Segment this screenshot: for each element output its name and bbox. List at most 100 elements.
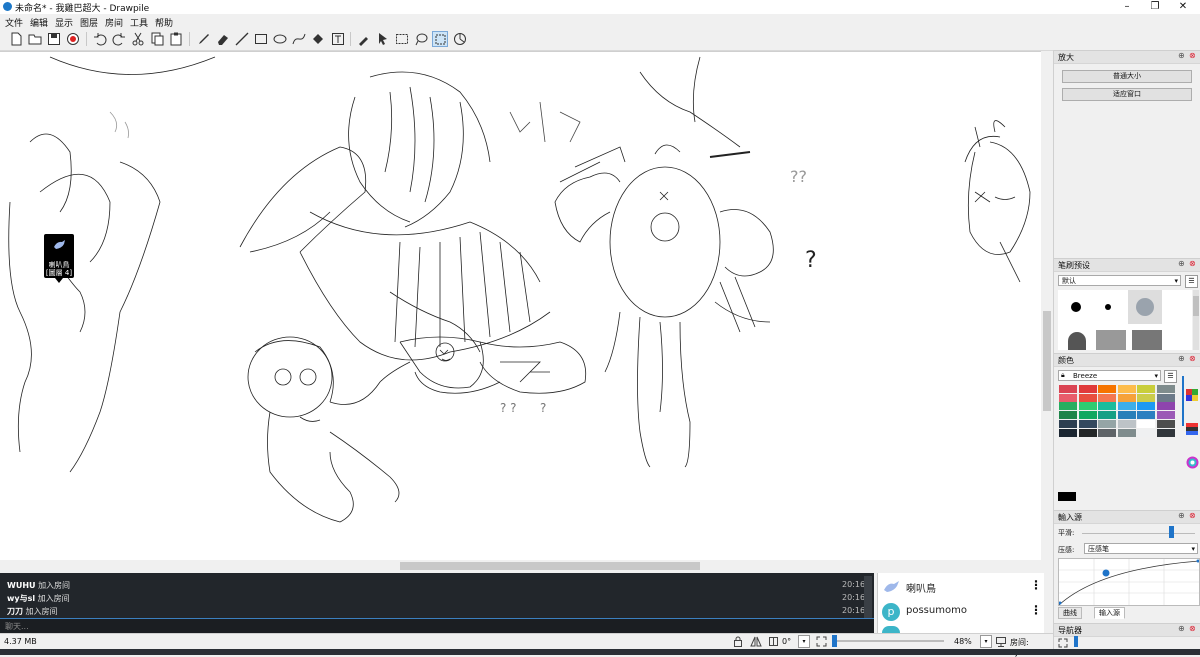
- color-swatch[interactable]: [1078, 419, 1097, 428]
- palette-menu-button[interactable]: ☰: [1164, 370, 1177, 383]
- color-swatch[interactable]: [1078, 385, 1097, 393]
- color-swatch[interactable]: [1137, 385, 1155, 393]
- navigator-panel-title[interactable]: 导航器 ⊕ ⊗: [1054, 623, 1200, 637]
- float-icon[interactable]: ⊕: [1178, 624, 1185, 633]
- canvas-horizontal-scrollbar[interactable]: [0, 560, 1041, 572]
- brush-panel-title[interactable]: 笔刷预设 ⊕ ⊗: [1054, 258, 1200, 272]
- fit-icon[interactable]: [1058, 638, 1068, 651]
- brush-preset[interactable]: [1132, 330, 1162, 350]
- chat-input[interactable]: 聊天...: [0, 618, 874, 634]
- pressure-select[interactable]: 压感笔 ▾: [1084, 543, 1198, 554]
- chat-scrollbar[interactable]: [864, 576, 872, 618]
- close-icon[interactable]: ⊗: [1189, 511, 1196, 520]
- brush-preset[interactable]: [1068, 332, 1086, 350]
- user-menu-button[interactable]: ⋮: [1030, 578, 1042, 592]
- normal-size-button[interactable]: 普通大小: [1062, 70, 1192, 83]
- color-swatch[interactable]: [1098, 411, 1116, 420]
- color-wheel-icon[interactable]: [1186, 456, 1199, 472]
- drawing-canvas[interactable]: ? ?? ? ? ?: [0, 51, 1041, 561]
- brush-scrollbar[interactable]: [1193, 290, 1199, 350]
- color-sliders-icon[interactable]: [1186, 423, 1198, 438]
- input-panel-title[interactable]: 輸入源 ⊕ ⊗: [1054, 510, 1200, 524]
- color-swatch[interactable]: [1078, 411, 1097, 420]
- cut-icon[interactable]: [130, 31, 146, 47]
- color-swatch[interactable]: [1137, 393, 1155, 402]
- minimize-button[interactable]: –: [1114, 0, 1140, 14]
- new-icon[interactable]: [8, 31, 24, 47]
- color-swatch[interactable]: [1156, 411, 1175, 420]
- rotation-value[interactable]: 0°: [782, 637, 791, 646]
- zoom-panel-title[interactable]: 放大 ⊕ ⊗: [1054, 50, 1200, 64]
- color-swatch[interactable]: [1098, 419, 1116, 428]
- color-swatch[interactable]: [1156, 428, 1175, 437]
- zoom-icon[interactable]: [452, 31, 468, 47]
- color-swatch[interactable]: [1078, 393, 1097, 402]
- color-swatch[interactable]: [1137, 402, 1155, 411]
- float-icon[interactable]: ⊕: [1178, 51, 1185, 60]
- pen-icon[interactable]: [196, 31, 212, 47]
- user-item[interactable]: p possumomo ⋮: [878, 600, 1044, 624]
- brush-preset[interactable]: [1096, 330, 1126, 350]
- color-swatch[interactable]: [1117, 419, 1136, 428]
- current-color-swatch[interactable]: [1058, 492, 1076, 501]
- fill-icon[interactable]: [310, 31, 326, 47]
- record-icon[interactable]: [65, 31, 81, 47]
- lock-icon[interactable]: [733, 636, 743, 650]
- smoothing-slider-handle[interactable]: [1169, 526, 1174, 538]
- undo-icon[interactable]: [92, 31, 108, 47]
- color-swatch[interactable]: [1137, 419, 1155, 428]
- color-swatch[interactable]: [1098, 385, 1116, 393]
- float-icon[interactable]: ⊕: [1178, 259, 1185, 268]
- color-swatch[interactable]: [1098, 428, 1116, 437]
- open-icon[interactable]: [27, 31, 43, 47]
- close-icon[interactable]: ⊗: [1189, 354, 1196, 363]
- zoom-value[interactable]: 48%: [954, 637, 972, 646]
- picker-icon[interactable]: [356, 31, 372, 47]
- close-icon[interactable]: ⊗: [1189, 259, 1196, 268]
- bezier-icon[interactable]: [291, 31, 307, 47]
- swatches-icon[interactable]: [1186, 389, 1198, 404]
- rectangle-icon[interactable]: [253, 31, 269, 47]
- flip-icon[interactable]: [750, 636, 762, 650]
- lasso-icon[interactable]: [413, 31, 429, 47]
- color-panel-title[interactable]: 颜色 ⊕ ⊗: [1054, 353, 1200, 367]
- laser-icon[interactable]: [432, 31, 448, 47]
- float-icon[interactable]: ⊕: [1178, 511, 1185, 520]
- select-rect-icon[interactable]: [394, 31, 410, 47]
- color-swatch[interactable]: [1059, 428, 1077, 437]
- color-swatch[interactable]: [1059, 402, 1077, 411]
- ellipse-icon[interactable]: [272, 31, 288, 47]
- pressure-curve[interactable]: [1058, 558, 1200, 606]
- brush-menu-button[interactable]: ☰: [1185, 275, 1198, 288]
- fit-icon[interactable]: [816, 636, 827, 650]
- save-icon[interactable]: [46, 31, 62, 47]
- paste-icon[interactable]: [168, 31, 184, 47]
- color-swatch[interactable]: [1117, 402, 1136, 411]
- color-swatch[interactable]: [1117, 411, 1136, 420]
- redo-icon[interactable]: [111, 31, 127, 47]
- zoom-slider-handle[interactable]: [832, 635, 837, 647]
- color-swatch[interactable]: [1137, 428, 1155, 437]
- brush-preset[interactable]: [1105, 304, 1111, 310]
- zoom-dropdown[interactable]: ▾: [980, 635, 992, 648]
- text-icon[interactable]: [330, 31, 346, 47]
- canvas-vertical-scrollbar[interactable]: [1041, 51, 1053, 560]
- color-swatch[interactable]: [1059, 385, 1077, 393]
- float-icon[interactable]: ⊕: [1178, 354, 1185, 363]
- color-swatch[interactable]: [1078, 402, 1097, 411]
- brush-preset[interactable]: [1071, 302, 1081, 312]
- color-swatch[interactable]: [1156, 385, 1175, 393]
- mirror-icon[interactable]: [768, 636, 779, 650]
- color-swatch[interactable]: [1059, 393, 1077, 402]
- move-icon[interactable]: [375, 31, 391, 47]
- eraser-icon[interactable]: [215, 31, 231, 47]
- user-menu-button[interactable]: ⋮: [1030, 603, 1042, 617]
- color-swatch[interactable]: [1156, 393, 1175, 402]
- color-swatch[interactable]: [1117, 393, 1136, 402]
- line-icon[interactable]: [234, 31, 250, 47]
- navigator-zoom-slider[interactable]: [1074, 636, 1078, 647]
- tab-input[interactable]: 输入源: [1094, 607, 1125, 619]
- tab-curve[interactable]: 曲线: [1058, 607, 1082, 619]
- color-swatch[interactable]: [1156, 419, 1175, 428]
- close-icon[interactable]: ⊗: [1189, 624, 1196, 633]
